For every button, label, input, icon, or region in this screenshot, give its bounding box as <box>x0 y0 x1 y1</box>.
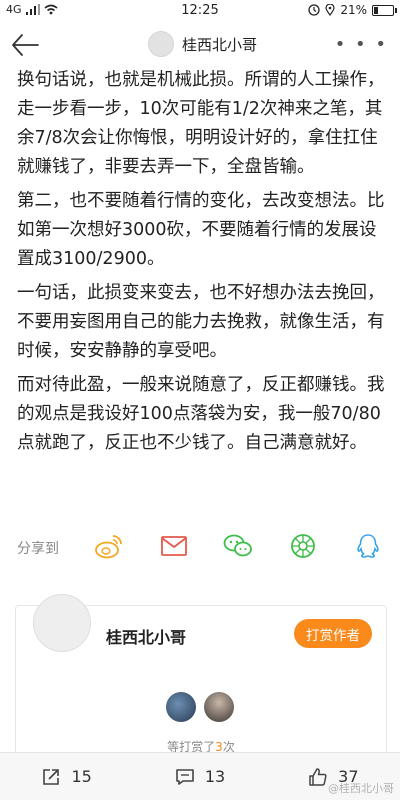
more-dots-icon[interactable]: • • • <box>335 34 388 55</box>
avatar[interactable] <box>148 31 174 57</box>
article-paragraph: 而对待此盈，一般来说随意了，反正都赚钱。我的观点是我设好100点落袋为安，我一般… <box>17 375 385 453</box>
comment-icon <box>176 768 194 785</box>
repost-count: 15 <box>71 767 92 786</box>
nav-author[interactable]: 桂西北小哥 <box>148 31 257 57</box>
page-title: 桂西北小哥 <box>182 35 258 54</box>
author-name[interactable]: 桂西北小哥 <box>106 624 186 648</box>
qq-icon[interactable] <box>352 532 384 560</box>
status-right: 21% <box>308 3 397 17</box>
battery-percent: 21% <box>340 3 367 17</box>
article-paragraph: 换句话说，也就是机械此损。所谓的人工操作，走一步看一步，10次可能有1/2次神来… <box>17 70 385 177</box>
comment-button[interactable]: 13 <box>133 753 266 800</box>
watermark: @桂西北小哥 <box>328 782 394 795</box>
location-icon <box>325 4 335 16</box>
article-body: 换句话说，也就是机械此损。所谓的人工操作，走一步看一步，10次可能有1/2次神来… <box>17 66 387 463</box>
tipper-avatars <box>166 692 234 722</box>
mail-icon[interactable] <box>158 532 190 560</box>
author-card: 桂西北小哥 打赏作者 等打赏了3次 <box>15 594 387 765</box>
arrow-left-icon[interactable] <box>10 32 40 58</box>
share-row: 分享到 <box>0 528 400 568</box>
avatar[interactable] <box>204 692 234 722</box>
weibo-icon[interactable] <box>93 532 125 560</box>
repost-button[interactable]: 15 <box>0 753 133 800</box>
battery-icon <box>372 4 397 16</box>
wechat-icon[interactable] <box>222 532 254 560</box>
thumbs-up-icon <box>309 767 327 786</box>
bottom-action-bar: 15 13 37 @桂西北小哥 <box>0 752 400 800</box>
nav-bar: 桂西北小哥 • • • <box>0 22 400 68</box>
article-paragraph: 第二，也不要随着行情的变化，去改变想法。比如第一次想好3000砍，不要随着行情的… <box>17 191 385 269</box>
clock-icon <box>308 4 320 16</box>
repost-icon <box>43 768 60 785</box>
avatar[interactable] <box>33 594 91 652</box>
share-label: 分享到 <box>17 541 59 557</box>
moments-icon[interactable] <box>287 532 319 560</box>
tip-author-button[interactable]: 打赏作者 <box>294 619 372 648</box>
status-bar: 4G 12:25 21% <box>0 0 400 22</box>
comment-count: 13 <box>204 767 226 786</box>
article-paragraph: 一句话，此损变来变去，也不好想办法去挽回，不要用妄图用自己的能力去挽救，就像生活… <box>17 283 385 361</box>
avatar[interactable] <box>166 692 196 722</box>
